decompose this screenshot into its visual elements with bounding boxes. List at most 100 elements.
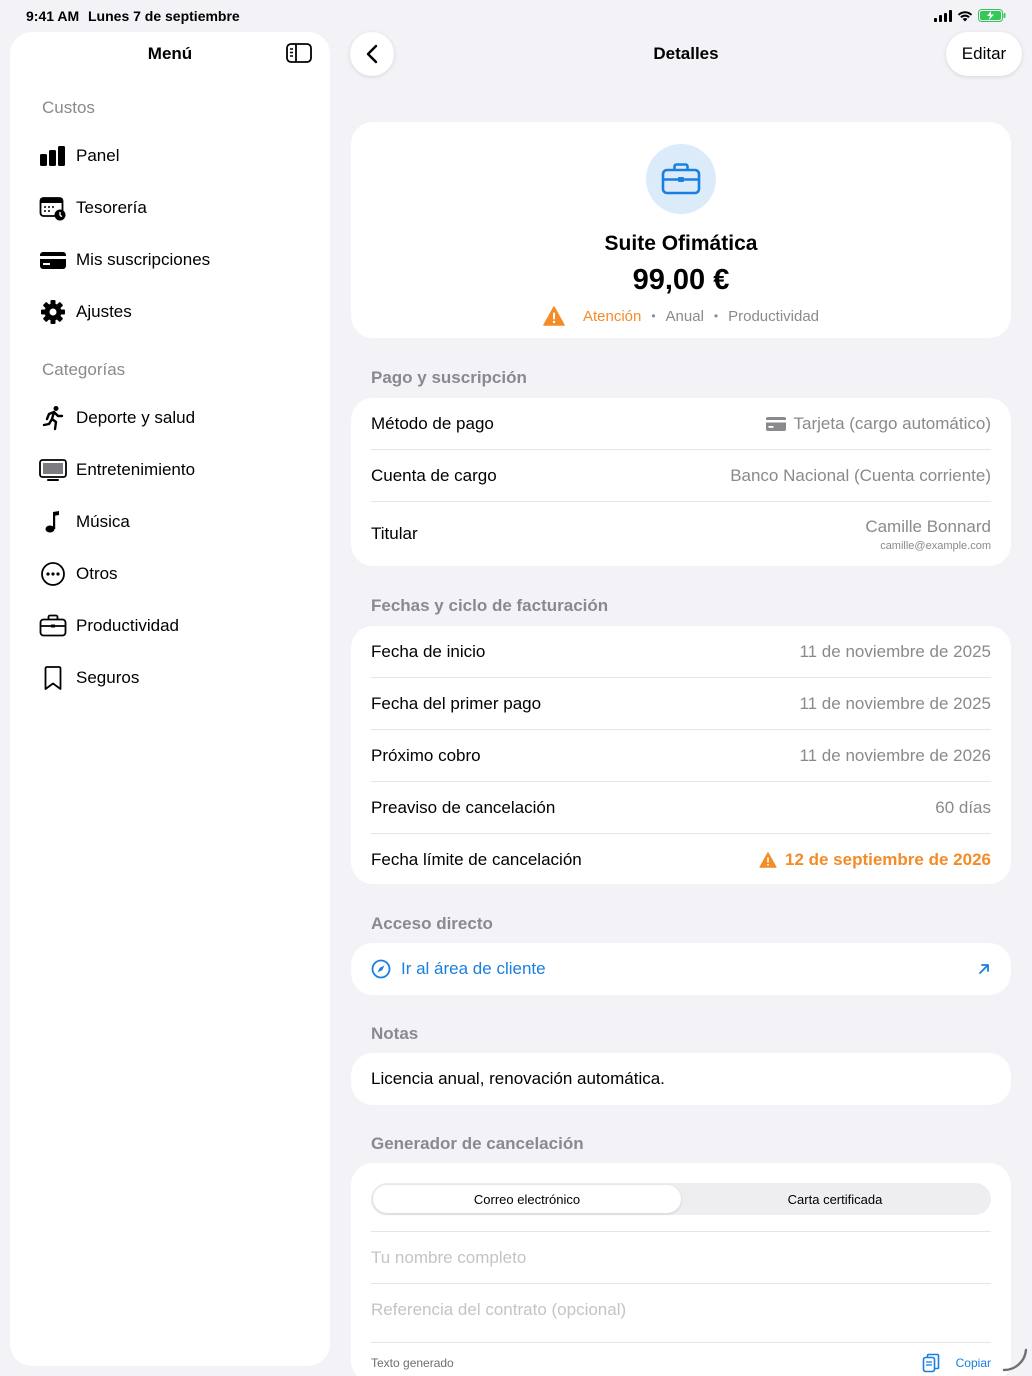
arrow-up-right-icon bbox=[979, 964, 989, 974]
status-badge: Atención bbox=[582, 307, 642, 325]
sidebar-item-label: Otros bbox=[76, 564, 118, 583]
row-value: 11 de noviembre de 2025 bbox=[799, 641, 991, 661]
status-bar: 9:41 AM Lunes 7 de septiembre bbox=[0, 0, 1032, 32]
tab-certified-letter[interactable]: Carta certificada bbox=[681, 1185, 989, 1213]
compass-icon bbox=[371, 959, 391, 979]
row-label: Preaviso de cancelación bbox=[371, 797, 556, 817]
notes-text: Licencia anual, renovación automática. bbox=[371, 1069, 665, 1088]
sidebar-item-label: Entretenimiento bbox=[76, 460, 196, 479]
billing-cycle: Anual bbox=[665, 307, 704, 325]
notes-row[interactable]: Licencia anual, renovación automática. bbox=[371, 1053, 991, 1105]
date-row-notice[interactable]: Preaviso de cancelación 60 días bbox=[371, 782, 991, 834]
payment-method-value: Tarjeta (cargo automático) bbox=[793, 413, 991, 433]
cancellation-generator-card: Correo electrónico Carta certificada Tu … bbox=[351, 1163, 1011, 1376]
generated-text-header: Texto generado Copiar bbox=[371, 1342, 991, 1376]
payment-card: Método de pago Tarjeta (cargo automático… bbox=[351, 398, 1011, 566]
letter-type-segmented-control: Correo electrónico Carta certificada bbox=[371, 1183, 991, 1215]
row-value: Tarjeta (cargo automático) bbox=[765, 413, 991, 434]
section-heading-costs: Custos bbox=[42, 98, 95, 117]
full-name-input[interactable]: Tu nombre completo bbox=[371, 1231, 991, 1283]
sidebar-item-label: Panel bbox=[76, 146, 120, 165]
status-date: Lunes 7 de septiembre bbox=[88, 8, 240, 24]
separator-dot: • bbox=[651, 309, 656, 323]
sidebar: Menú Custos Panel Tesorería Mis suscripc… bbox=[10, 32, 330, 1366]
date-row-first-payment[interactable]: Fecha del primer pago 11 de noviembre de… bbox=[371, 678, 991, 730]
separator-dot: • bbox=[713, 309, 719, 323]
row-value: 12 de septiembre de 2026 bbox=[759, 850, 991, 870]
holder-name: Camille Bonnard bbox=[865, 516, 991, 536]
page-title: Detalles bbox=[653, 44, 719, 63]
scroll-indicator-icon bbox=[1002, 1348, 1028, 1372]
section-title-notes: Notas bbox=[371, 1024, 419, 1043]
sidebar-item-label: Música bbox=[76, 512, 130, 531]
copy-button[interactable]: Copiar bbox=[922, 1353, 991, 1373]
date-row-next-charge[interactable]: Próximo cobro 11 de noviembre de 2026 bbox=[371, 730, 991, 782]
generated-text-label: Texto generado bbox=[371, 1355, 454, 1370]
sidebar-item-suscripciones[interactable]: Mis suscripciones bbox=[38, 240, 318, 280]
edit-button[interactable]: Editar bbox=[946, 32, 1022, 76]
section-title-generator: Generador de cancelación bbox=[371, 1134, 584, 1153]
status-time: 9:41 AM bbox=[26, 8, 80, 24]
running-figure-icon bbox=[38, 403, 68, 433]
music-note-icon bbox=[38, 507, 68, 537]
sidebar-item-otros[interactable]: Otros bbox=[38, 554, 318, 594]
holder-value: Camille Bonnard camille@example.com bbox=[865, 517, 991, 552]
row-label: Método de pago bbox=[371, 413, 494, 433]
sidebar-item-tesoreria[interactable]: Tesorería bbox=[38, 188, 318, 228]
subscription-name: Suite Ofimática bbox=[604, 232, 758, 255]
row-label: Cuenta de cargo bbox=[371, 465, 497, 485]
row-value: 11 de noviembre de 2026 bbox=[799, 745, 991, 765]
gear-icon bbox=[38, 297, 68, 327]
subscription-price: 99,00 € bbox=[632, 264, 730, 296]
sidebar-item-productividad[interactable]: Productividad bbox=[38, 606, 318, 646]
warning-triangle-icon bbox=[543, 306, 565, 326]
row-value: 11 de noviembre de 2025 bbox=[799, 693, 991, 713]
date-row-cancel-deadline[interactable]: Fecha límite de cancelación 12 de septie… bbox=[371, 834, 991, 886]
sidebar-item-musica[interactable]: Música bbox=[38, 502, 318, 542]
contract-reference-input[interactable]: Referencia del contrato (opcional) bbox=[371, 1283, 991, 1335]
sidebar-item-ajustes[interactable]: Ajustes bbox=[38, 292, 318, 332]
section-title-dates: Fechas y ciclo de facturación bbox=[371, 596, 609, 615]
tab-email[interactable]: Correo electrónico bbox=[373, 1185, 681, 1213]
sidebar-item-entretenimiento[interactable]: Entretenimiento bbox=[38, 450, 318, 490]
date-row-start[interactable]: Fecha de inicio 11 de noviembre de 2025 bbox=[371, 626, 991, 678]
row-value: Banco Nacional (Cuenta corriente) bbox=[730, 465, 991, 485]
section-title-shortcut: Acceso directo bbox=[371, 914, 493, 933]
sidebar-item-label: Seguros bbox=[76, 668, 140, 687]
row-label: Titular bbox=[371, 524, 418, 543]
payment-method-row[interactable]: Método de pago Tarjeta (cargo automático… bbox=[371, 398, 991, 450]
sidebar-item-label: Mis suscripciones bbox=[76, 250, 211, 269]
subscription-avatar bbox=[646, 144, 716, 214]
sidebar-item-label: Deporte y salud bbox=[76, 408, 196, 427]
sidebar-item-panel[interactable]: Panel bbox=[38, 136, 318, 176]
briefcase-icon bbox=[38, 611, 68, 641]
credit-card-icon bbox=[38, 245, 68, 275]
customer-area-link[interactable]: Ir al área de cliente bbox=[371, 943, 991, 995]
wifi-icon bbox=[957, 10, 973, 21]
subscription-summary-card: Suite Ofimática 99,00 € Atención • Anual… bbox=[351, 122, 1011, 338]
shortcut-card: Ir al área de cliente bbox=[351, 943, 1011, 995]
calendar-clock-icon bbox=[38, 193, 68, 223]
row-label: Fecha del primer pago bbox=[371, 693, 542, 713]
sidebar-item-label: Ajustes bbox=[76, 302, 132, 321]
copy-label: Copiar bbox=[955, 1355, 991, 1370]
sidebar-item-seguros[interactable]: Seguros bbox=[38, 658, 318, 698]
holder-row[interactable]: Titular Camille Bonnard camille@example.… bbox=[371, 502, 991, 566]
battery-charging-icon bbox=[978, 9, 1006, 22]
row-label: Próximo cobro bbox=[371, 745, 481, 765]
section-title-payment: Pago y suscripción bbox=[371, 368, 527, 387]
category-label: Productividad bbox=[728, 307, 820, 325]
cellular-signal-icon bbox=[934, 9, 952, 22]
sidebar-toggle-icon[interactable] bbox=[286, 42, 312, 64]
holder-email: camille@example.com bbox=[880, 539, 991, 552]
sidebar-item-label: Tesorería bbox=[76, 198, 147, 217]
credit-card-icon bbox=[765, 416, 786, 431]
row-label: Fecha de inicio bbox=[371, 641, 486, 661]
cancel-deadline-value: 12 de septiembre de 2026 bbox=[784, 850, 991, 869]
charge-account-row[interactable]: Cuenta de cargo Banco Nacional (Cuenta c… bbox=[371, 450, 991, 502]
notes-card: Licencia anual, renovación automática. bbox=[351, 1053, 1011, 1105]
sidebar-title: Menú bbox=[147, 44, 193, 63]
status-icons bbox=[934, 9, 1006, 22]
sidebar-item-deporte[interactable]: Deporte y salud bbox=[38, 398, 318, 438]
briefcase-icon bbox=[661, 163, 701, 195]
